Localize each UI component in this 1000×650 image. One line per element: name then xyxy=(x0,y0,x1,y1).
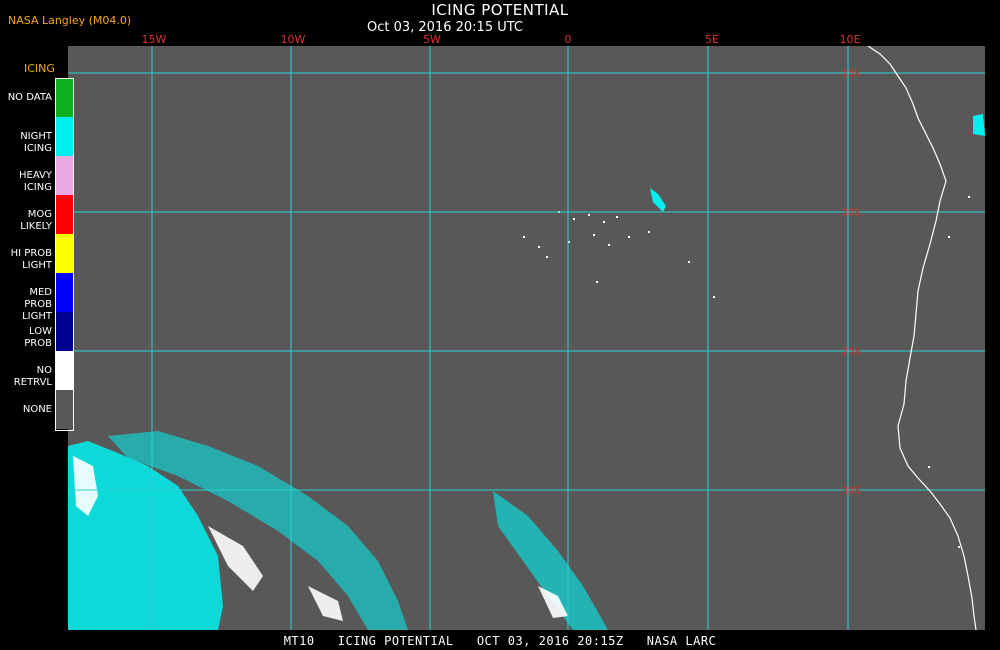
lon-label-15w: 15W xyxy=(141,33,167,46)
lat-label-30s: 30S xyxy=(841,485,861,497)
legend-label: HEAVY ICING xyxy=(19,170,52,193)
lon-label-10w: 10W xyxy=(280,33,306,46)
legend-title: ICING xyxy=(24,62,55,75)
legend-label: HI PROB LIGHT xyxy=(10,248,52,271)
legend-label: LOW PROB xyxy=(24,326,52,349)
map-subtitle: Oct 03, 2016 20:15 UTC xyxy=(367,20,523,35)
scattered-no-retrieval-dots xyxy=(523,196,970,548)
legend: NO DATA NIGHT ICING HEAVY ICING MOG LIKELY H… xyxy=(0,78,80,431)
legend-frame xyxy=(55,78,74,431)
icing-region-north-speck xyxy=(650,188,666,212)
legend-label: NO RETRVL xyxy=(13,365,52,388)
map-overlay xyxy=(68,46,985,630)
icing-fields xyxy=(68,114,985,630)
legend-label: MOG LIKELY xyxy=(20,209,52,232)
lat-label-15s: 15S xyxy=(841,68,861,80)
lat-label-20s: 20S xyxy=(841,207,861,219)
map-title: ICING POTENTIAL xyxy=(431,1,569,19)
icing-region-northeast xyxy=(973,114,985,136)
lon-label-10e: 10E xyxy=(839,33,861,46)
map-area xyxy=(68,46,985,630)
lat-label-25s: 25S xyxy=(841,346,861,358)
lon-label-5w: 5W xyxy=(423,33,441,46)
legend-label: NO DATA xyxy=(7,92,52,103)
coastline xyxy=(867,46,977,630)
footer-caption: MT10 ICING POTENTIAL OCT 03, 2016 20:15Z… xyxy=(283,634,717,648)
lon-label-0: 0 xyxy=(564,33,572,46)
legend-label: MED PROB LIGHT xyxy=(22,287,52,322)
legend-label: NONE xyxy=(22,404,52,415)
lon-label-5e: 5E xyxy=(705,33,719,46)
legend-label: NIGHT ICING xyxy=(20,131,52,154)
